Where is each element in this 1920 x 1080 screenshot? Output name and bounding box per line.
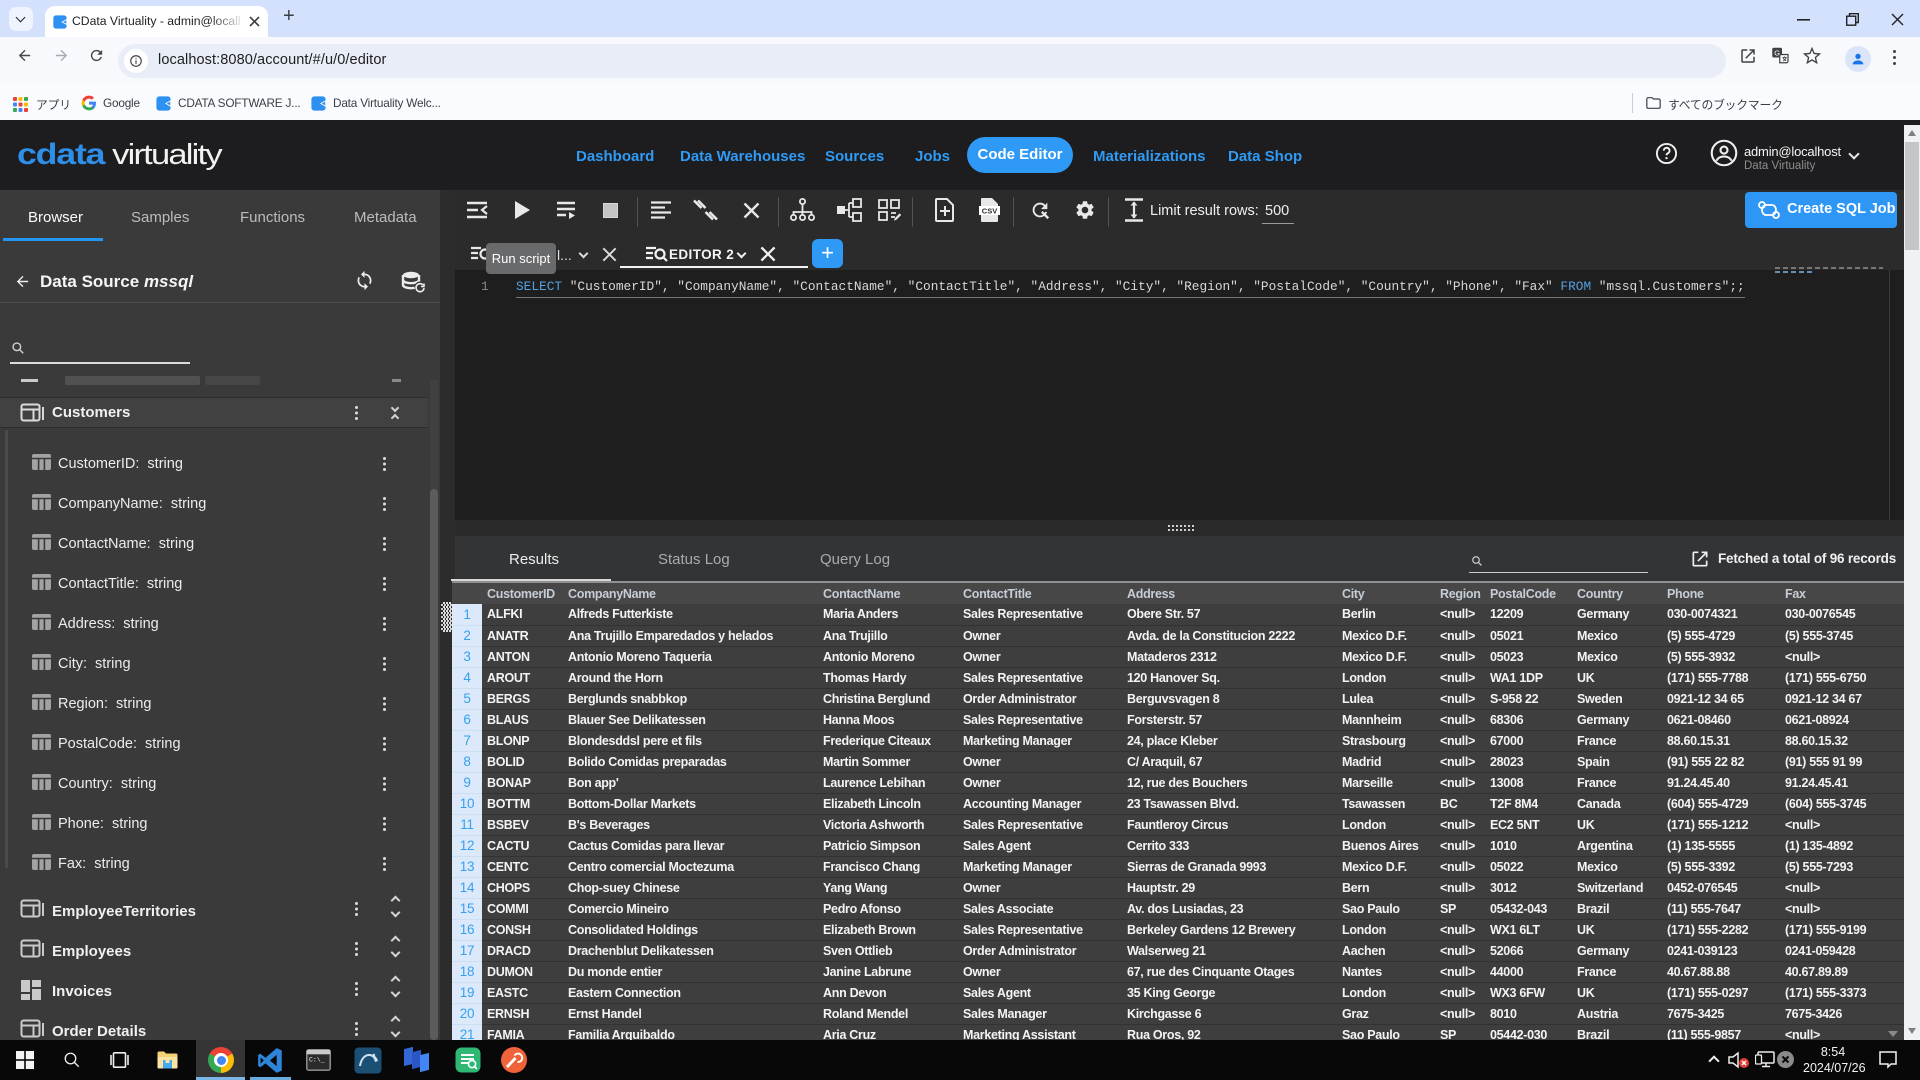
- svg-text:C:\_: C:\_: [309, 1057, 325, 1064]
- svg-text:CSV: CSV: [982, 207, 997, 216]
